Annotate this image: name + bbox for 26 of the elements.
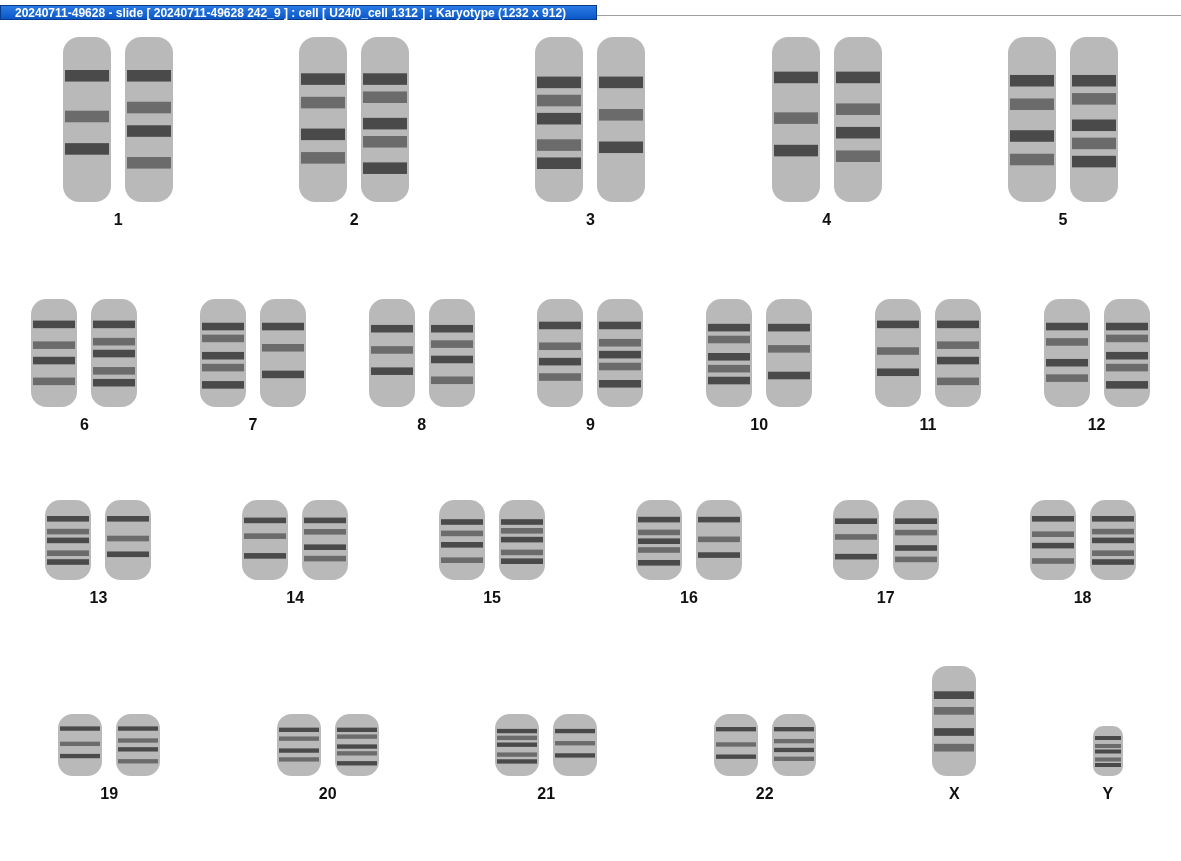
chromosome-label: 17: [876, 588, 895, 608]
chromosome-image: [1092, 726, 1123, 776]
chromosome-label: 4: [822, 210, 832, 230]
chromosome-label: 2: [349, 210, 359, 230]
chromosome-label: 8: [417, 415, 427, 435]
chromosome-label: 15: [483, 588, 501, 608]
chromosome-label: 21: [537, 784, 556, 804]
chromosome-label: 22: [755, 784, 774, 804]
chromosome-label: 16: [680, 588, 698, 608]
chromosome-label: 7: [248, 415, 258, 435]
chromosome-label: 14: [286, 588, 305, 608]
chromosome-label: X: [948, 784, 960, 804]
chromosome-label: 10: [750, 415, 769, 435]
chromosome-label: 5: [1058, 210, 1068, 230]
chromosome-label: 6: [79, 415, 89, 435]
chromosome-label: 9: [586, 415, 595, 435]
chromosome-label: 1: [113, 210, 123, 230]
chromosome-label: 12: [1087, 415, 1106, 435]
chromosome-label: 19: [100, 784, 119, 804]
chromosome-label: 11: [919, 415, 937, 435]
chromosome-label: 18: [1073, 588, 1092, 608]
chromosome-label: 3: [586, 210, 595, 230]
window-title: 20240711-49628 - slide [ 20240711-49628 242_9 ] : cell [ U24/0_cell 1312 ] : Karyotype (1232 x 912): [0, 5, 597, 20]
chromosome-label: 20: [318, 784, 337, 804]
chromosome-label: 13: [89, 588, 108, 608]
chromosome-label: Y: [1102, 784, 1114, 804]
